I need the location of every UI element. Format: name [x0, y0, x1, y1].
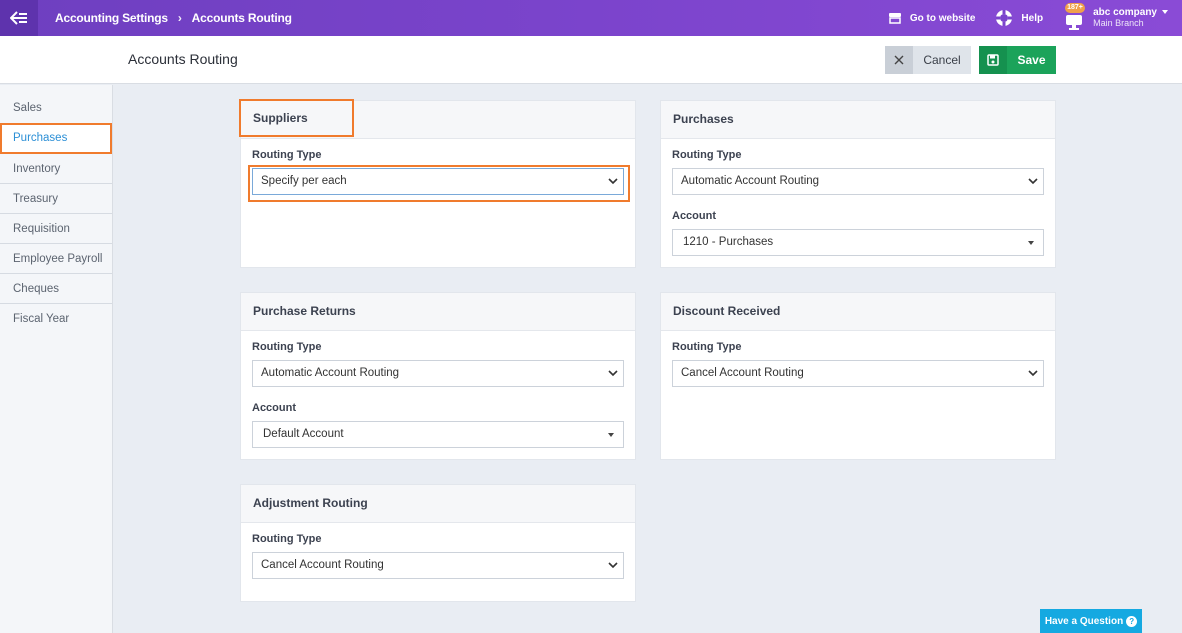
- company-name: abc company: [1093, 7, 1157, 18]
- cancel-label: Cancel: [923, 53, 961, 67]
- adjustment-routing-card-title: Adjustment Routing: [241, 485, 635, 523]
- breadcrumb: Accounting Settings › Accounts Routing: [55, 0, 292, 36]
- purchases-account-label: Account: [672, 210, 716, 222]
- chevron-down-icon: [1028, 370, 1038, 377]
- purchase-returns-card-title: Purchase Returns: [241, 293, 635, 331]
- help-link[interactable]: Help: [995, 9, 1043, 27]
- suppliers-routing-type-value: Specify per each: [261, 175, 347, 187]
- cancel-button[interactable]: Cancel: [885, 46, 971, 74]
- back-arrow-icon[interactable]: [0, 0, 38, 36]
- user-menu[interactable]: 187+ abc company Main Branch: [1063, 3, 1168, 30]
- store-icon: [888, 13, 901, 24]
- chevron-down-icon: [608, 562, 618, 569]
- caret-down-icon: [1028, 241, 1034, 245]
- purchase-returns-card: Purchase Returns Routing Type Automatic …: [240, 292, 636, 460]
- save-label: Save: [1017, 53, 1046, 67]
- caret-down-icon: [608, 433, 614, 437]
- purchase-returns-account-value: Default Account: [263, 428, 344, 440]
- sidebar-item-employee-payroll[interactable]: Employee Payroll: [0, 244, 112, 274]
- discount-received-routing-type-value: Cancel Account Routing: [681, 367, 804, 379]
- discount-received-card: Discount Received Routing Type Cancel Ac…: [660, 292, 1056, 460]
- discount-received-routing-type-select[interactable]: Cancel Account Routing: [672, 360, 1044, 387]
- page-header: Accounts Routing Cancel Save: [0, 36, 1182, 84]
- adjustment-routing-type-select[interactable]: Cancel Account Routing: [252, 552, 624, 579]
- discount-received-card-title: Discount Received: [661, 293, 1055, 331]
- help-label: Help: [1021, 12, 1044, 24]
- purchases-routing-type-label: Routing Type: [672, 149, 742, 161]
- close-icon: [885, 46, 913, 74]
- sidebar-item-sales[interactable]: Sales: [0, 85, 112, 123]
- purchases-account-select[interactable]: 1210 - Purchases: [672, 229, 1044, 256]
- breadcrumb-accounting-settings[interactable]: Accounting Settings: [55, 11, 168, 25]
- chevron-down-icon: [608, 178, 618, 185]
- sidebar-item-inventory[interactable]: Inventory: [0, 154, 112, 184]
- go-to-website-label: Go to website: [909, 12, 976, 24]
- purchase-returns-account-label: Account: [252, 402, 296, 414]
- purchases-routing-type-select[interactable]: Automatic Account Routing: [672, 168, 1044, 195]
- notification-icon[interactable]: 187+: [1063, 3, 1085, 30]
- floppy-disk-icon: [979, 46, 1007, 74]
- suppliers-routing-type-label: Routing Type: [252, 149, 322, 161]
- suppliers-card: Suppliers Routing Type Specify per each: [239, 99, 636, 268]
- settings-sidebar: Sales Purchases Inventory Treasury Requi…: [0, 85, 113, 633]
- purchases-routing-type-value: Automatic Account Routing: [681, 175, 820, 187]
- caret-down-icon: [1162, 10, 1168, 15]
- purchase-returns-account-select[interactable]: Default Account: [252, 421, 624, 448]
- breadcrumb-separator-icon: ›: [177, 11, 182, 25]
- breadcrumb-accounts-routing: Accounts Routing: [191, 11, 292, 25]
- page-title: Accounts Routing: [128, 51, 238, 67]
- suppliers-card-title: Suppliers: [239, 99, 354, 137]
- save-button[interactable]: Save: [979, 46, 1056, 74]
- adjustment-routing-type-value: Cancel Account Routing: [261, 559, 384, 571]
- suppliers-routing-type-select[interactable]: Specify per each: [252, 168, 624, 195]
- notification-badge: 187+: [1065, 3, 1085, 13]
- purchases-card: Purchases Routing Type Automatic Account…: [660, 100, 1056, 268]
- question-icon: ?: [1126, 615, 1138, 627]
- go-to-website-link[interactable]: Go to website: [888, 12, 976, 24]
- purchases-account-value: 1210 - Purchases: [683, 236, 774, 248]
- chevron-down-icon: [608, 370, 618, 377]
- lifebuoy-icon: [996, 10, 1013, 26]
- branch-name: Main Branch: [1093, 18, 1144, 28]
- chevron-down-icon: [1028, 178, 1038, 185]
- purchases-card-title: Purchases: [661, 101, 1055, 139]
- sidebar-item-cheques[interactable]: Cheques: [0, 274, 112, 304]
- purchase-returns-routing-type-label: Routing Type: [252, 341, 322, 353]
- have-a-question-button[interactable]: Have a Question ?: [1040, 609, 1142, 633]
- purchase-returns-routing-type-select[interactable]: Automatic Account Routing: [252, 360, 624, 387]
- purchase-returns-routing-type-value: Automatic Account Routing: [261, 367, 400, 379]
- sidebar-item-purchases[interactable]: Purchases: [0, 123, 112, 154]
- sidebar-item-treasury[interactable]: Treasury: [0, 184, 112, 214]
- adjustment-routing-type-label: Routing Type: [252, 533, 322, 545]
- top-bar: Accounting Settings › Accounts Routing G…: [0, 0, 1182, 36]
- sidebar-item-fiscal-year[interactable]: Fiscal Year: [0, 304, 112, 334]
- discount-received-routing-type-label: Routing Type: [672, 341, 742, 353]
- have-a-question-label: Have a Question: [1044, 615, 1124, 627]
- adjustment-routing-card: Adjustment Routing Routing Type Cancel A…: [240, 484, 636, 602]
- sidebar-item-requisition[interactable]: Requisition: [0, 214, 112, 244]
